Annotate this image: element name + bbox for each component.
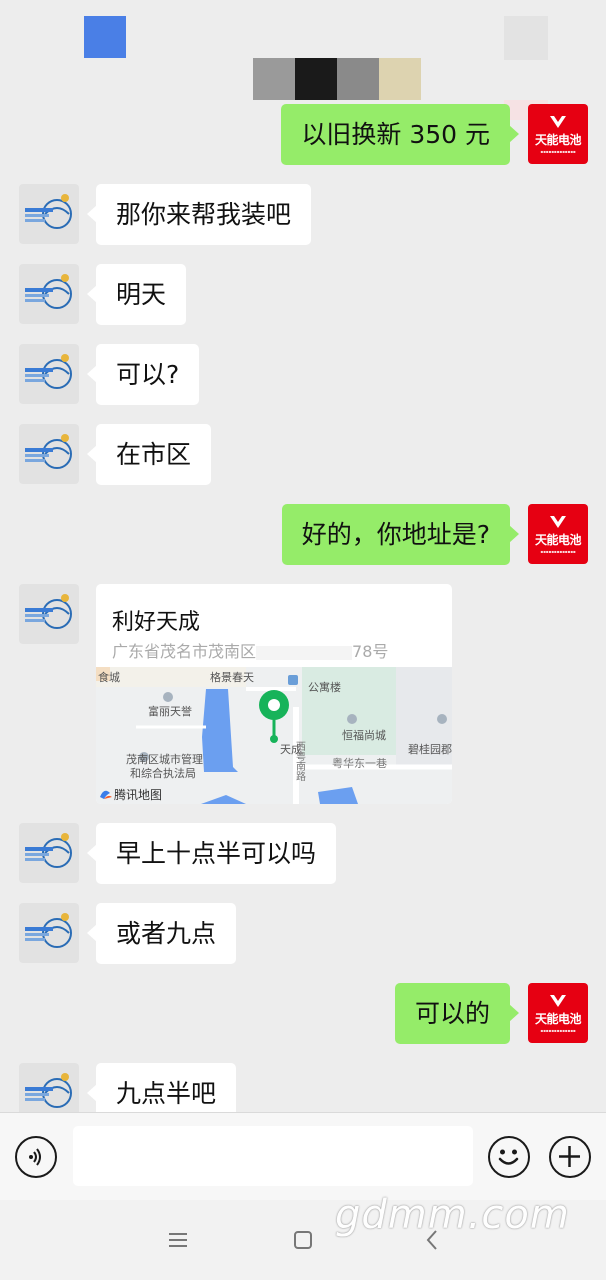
message-bubble-sent[interactable]: 可以的 [394, 983, 520, 1044]
more-button[interactable] [549, 1136, 591, 1178]
map-label: 西粤南路 [294, 741, 306, 782]
message-bubble-received[interactable]: 那你来帮我装吧 [86, 184, 312, 245]
location-map[interactable]: 食城 格景春天 公寓楼 富丽天誉 恒福尚城 碧桂园郡 茂南区城市管理 和综合执法… [96, 667, 452, 804]
redacted-gray-block [504, 16, 548, 60]
location-name: 利好天成 [112, 610, 201, 635]
brand-name: 天能电池 [534, 532, 582, 547]
message-input[interactable] [73, 1126, 473, 1186]
address-redacted [256, 645, 353, 660]
self-avatar[interactable]: 天能电池 ▪▪▪▪▪▪▪▪▪▪▪▪▪ [528, 104, 588, 164]
map-label: 和综合执法局 [130, 766, 196, 780]
contact-logo-icon [25, 434, 72, 469]
redacted-blue-block [84, 16, 126, 58]
map-label: 富丽天誉 [148, 704, 192, 718]
message-bubble-sent[interactable]: 以旧换新 350 元 [281, 104, 519, 165]
message-bubble-received[interactable]: 在市区 [86, 424, 212, 485]
redacted-strip [253, 58, 421, 100]
self-avatar[interactable]: 天能电池 ▪▪▪▪▪▪▪▪▪▪▪▪▪ [528, 504, 588, 564]
home-button[interactable] [283, 1224, 323, 1256]
brand-logo-icon [550, 994, 566, 1007]
contact-logo-icon [25, 594, 72, 629]
brand-logo-icon [550, 115, 566, 128]
contact-logo-icon [25, 194, 72, 229]
message-bubble-received[interactable]: 早上十点半可以吗 [86, 823, 337, 884]
brand-subtext: ▪▪▪▪▪▪▪▪▪▪▪▪▪ [540, 548, 576, 554]
map-label: 粤华东一巷 [332, 756, 387, 770]
map-provider: 腾讯地图 [114, 787, 162, 802]
brand-subtext: ▪▪▪▪▪▪▪▪▪▪▪▪▪ [540, 148, 576, 154]
brand-name: 天能电池 [534, 1011, 582, 1026]
contact-logo-icon [25, 913, 72, 948]
voice-button[interactable] [15, 1136, 57, 1178]
message-bubble-received[interactable]: 或者九点 [86, 903, 237, 964]
contact-avatar[interactable] [19, 344, 79, 404]
map-label: 恒福尚城 [342, 728, 386, 742]
brand-name: 天能电池 [534, 132, 582, 147]
chat-input-bar [0, 1112, 606, 1200]
contact-avatar[interactable] [19, 424, 79, 484]
map-label: 茂南区城市管理 [126, 752, 203, 766]
brand-subtext: ▪▪▪▪▪▪▪▪▪▪▪▪▪ [540, 1027, 576, 1033]
home-icon [294, 1231, 312, 1249]
brand-logo-icon [550, 515, 566, 528]
address-prefix: 广东省茂名市茂南区 [112, 642, 257, 661]
location-address: 广东省茂名市茂南区 78号 [112, 638, 388, 662]
map-label: 碧桂园郡 [408, 742, 452, 756]
contact-logo-icon [25, 833, 72, 868]
self-avatar[interactable]: 天能电池 ▪▪▪▪▪▪▪▪▪▪▪▪▪ [528, 983, 588, 1043]
address-suffix: 78号 [352, 642, 389, 661]
contact-logo-icon [25, 274, 72, 309]
map-label: 格景春天 [210, 670, 254, 684]
plus-icon [559, 1146, 580, 1167]
contact-avatar[interactable] [19, 584, 79, 644]
contact-avatar[interactable] [19, 823, 79, 883]
watermark: gdmm.com [335, 1192, 570, 1238]
contact-avatar[interactable] [19, 903, 79, 963]
map-label: 食城 [98, 670, 120, 684]
message-bubble-received[interactable]: 可以? [86, 344, 200, 405]
menu-button[interactable] [158, 1224, 198, 1256]
message-bubble-received[interactable]: 明天 [86, 264, 187, 325]
contact-logo-icon [25, 354, 72, 389]
emoji-icon [498, 1149, 519, 1165]
voice-icon [29, 1148, 41, 1166]
message-bubble-sent[interactable]: 好的，你地址是? [281, 504, 520, 565]
emoji-button[interactable] [488, 1136, 530, 1178]
contact-avatar[interactable] [19, 184, 79, 244]
map-label: 公寓楼 [308, 680, 341, 694]
location-message-card[interactable]: 利好天成 广东省茂名市茂南区 78号 食城 格景春天 公寓楼 富丽天誉 恒福尚城 … [96, 584, 452, 804]
menu-icon [169, 1233, 187, 1247]
contact-avatar[interactable] [19, 264, 79, 324]
